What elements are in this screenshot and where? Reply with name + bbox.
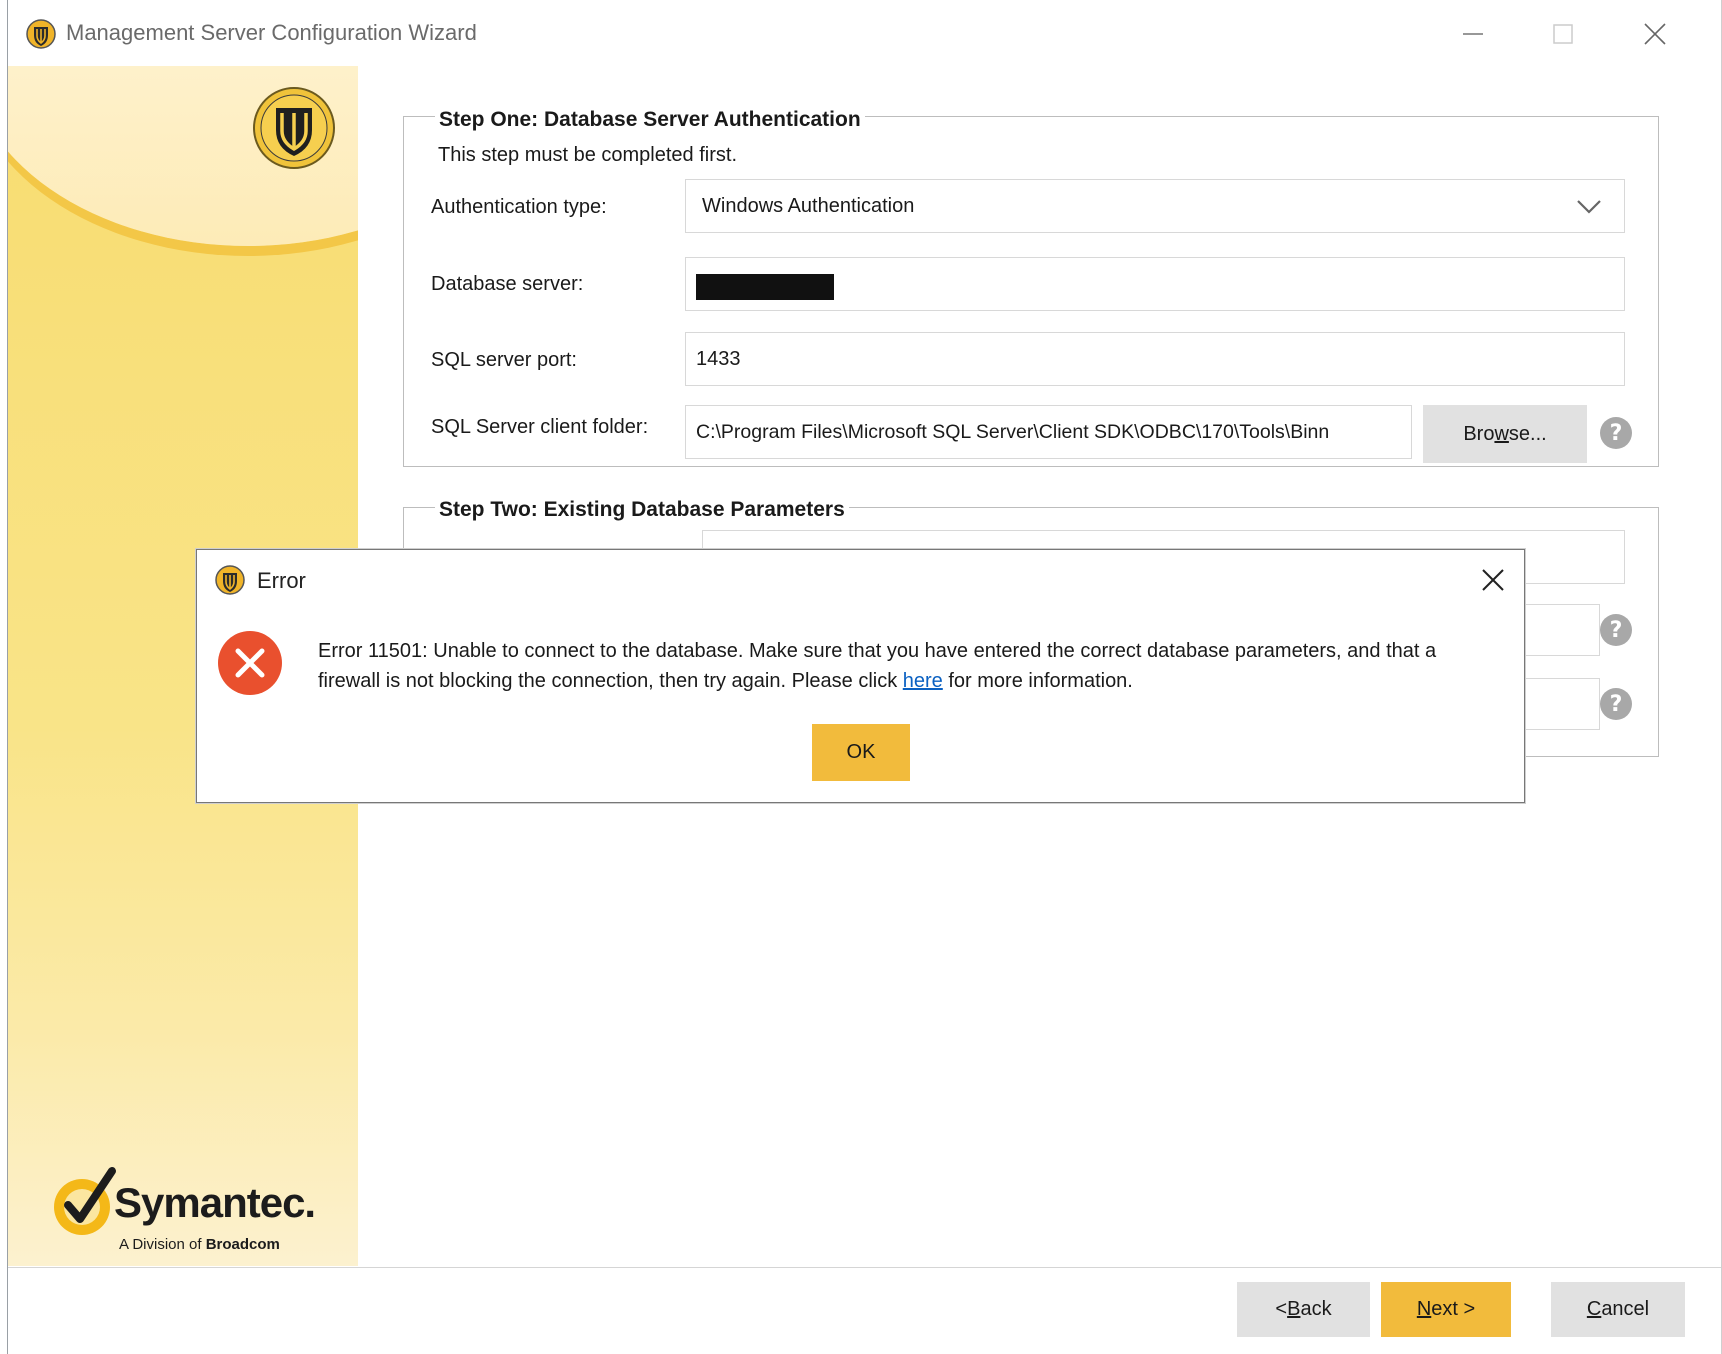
database-server-input[interactable] (685, 257, 1625, 311)
error-x-icon (218, 631, 282, 695)
client-folder-value: C:\Program Files\Microsoft SQL Server\Cl… (696, 420, 1330, 443)
maximize-icon (1553, 24, 1573, 44)
auth-type-label: Authentication type: (431, 196, 607, 218)
auth-type-value: Windows Authentication (702, 194, 915, 217)
chevron-down-icon (1577, 200, 1601, 214)
client-folder-label: SQL Server client folder: (431, 416, 649, 438)
close-icon (1644, 23, 1666, 45)
minimize-button[interactable] (1448, 14, 1498, 54)
cancel-button[interactable]: Cancel (1551, 1282, 1685, 1337)
shield-icon (26, 19, 56, 49)
dialog-title: Error (257, 568, 306, 593)
step-one-note: This step must be completed first. (438, 144, 738, 166)
symantec-wordmark: Symantec. (114, 1179, 316, 1226)
back-button[interactable]: < Back (1237, 1282, 1370, 1337)
auth-type-dropdown[interactable]: Windows Authentication (685, 179, 1625, 233)
help-icon[interactable]: ? (1600, 614, 1632, 646)
error-message: Error 11501: Unable to connect to the da… (318, 640, 1437, 692)
close-button[interactable] (1630, 14, 1680, 54)
symantec-subtitle: A Division of Broadcom (119, 1236, 280, 1253)
help-icon[interactable]: ? (1600, 688, 1632, 720)
database-server-label: Database server: (431, 273, 584, 295)
step-one-legend: Step One: Database Server Authentication (435, 108, 865, 132)
more-info-link[interactable]: here (903, 670, 943, 692)
close-icon (1482, 569, 1504, 591)
shield-icon (215, 565, 245, 595)
client-folder-input[interactable]: C:\Program Files\Microsoft SQL Server\Cl… (685, 405, 1412, 459)
help-icon[interactable]: ? (1600, 417, 1632, 449)
background-window-fragment (0, 0, 9, 1354)
next-button[interactable]: Next > (1381, 1282, 1511, 1337)
minimize-icon (1463, 33, 1483, 35)
maximize-button[interactable] (1538, 14, 1588, 54)
sql-port-value: 1433 (696, 347, 741, 370)
title-bar: Management Server Configuration Wizard (8, 0, 1721, 66)
ok-button[interactable]: OK (812, 724, 910, 781)
footer-divider (8, 1267, 1721, 1268)
redaction-block (696, 274, 834, 300)
error-dialog: Error Error 11501: Unable to connect to … (196, 549, 1525, 803)
browse-button[interactable]: Bro w se... (1423, 405, 1587, 463)
sql-port-input[interactable]: 1433 (685, 332, 1625, 386)
dialog-close-button[interactable] (1477, 564, 1509, 596)
sql-port-label: SQL server port: (431, 349, 577, 371)
shield-icon (253, 87, 335, 169)
step-two-legend: Step Two: Existing Database Parameters (435, 498, 849, 522)
window-title: Management Server Configuration Wizard (66, 20, 477, 45)
